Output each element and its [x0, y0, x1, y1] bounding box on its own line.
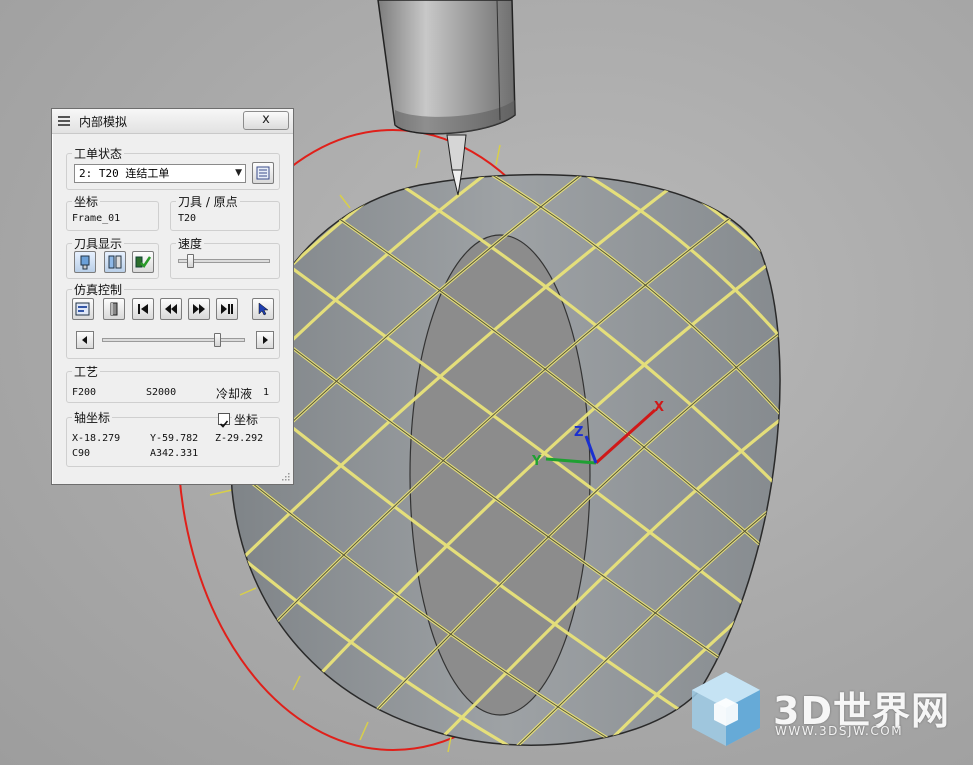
z-coord: Z-29.292 — [215, 433, 264, 444]
play-pause-icon — [221, 304, 233, 314]
progress-next-button[interactable] — [256, 331, 274, 349]
go-to-start-button[interactable] — [132, 298, 154, 320]
tool-holder-button[interactable] — [74, 251, 96, 273]
coordinate-value: Frame_01 — [72, 213, 121, 224]
spindle-value: S2000 — [146, 387, 177, 398]
progress-prev-button[interactable] — [76, 331, 94, 349]
triangle-left-icon — [82, 336, 87, 344]
c-coord: C90 — [72, 448, 91, 459]
coords-checkbox[interactable] — [218, 413, 230, 428]
coolant-label: 冷却液 — [214, 385, 255, 402]
watermark-url: WWW.3DSJW.COM — [775, 724, 904, 738]
tool-check-button[interactable] — [132, 251, 154, 273]
simulation-dialog: 内部模拟 x 工单状态 2: T20 连结工单 ▼ 坐标 Frame_01 刀具… — [51, 108, 294, 485]
sim-settings-button[interactable] — [72, 298, 94, 320]
work-order-list-button[interactable] — [252, 162, 274, 184]
dialog-title: 内部模拟 — [79, 115, 128, 129]
triad-y-label: Y — [531, 454, 542, 469]
dialog-titlebar[interactable]: 内部模拟 x — [52, 109, 293, 134]
coordinate-label: 坐标 — [72, 193, 101, 210]
step-forward-button[interactable] — [188, 298, 210, 320]
cursor-arrow-icon — [258, 302, 269, 316]
coolant-value: 1 — [263, 387, 270, 398]
y-coord: Y-59.782 — [150, 433, 199, 444]
work-order-selected: 2: T20 连结工单 — [79, 167, 170, 180]
checkmark-icon — [219, 420, 229, 428]
work-order-label: 工单状态 — [72, 145, 125, 162]
speed-label: 速度 — [176, 235, 205, 252]
chevron-down-icon: ▼ — [235, 168, 242, 178]
tool-origin-value: T20 — [178, 213, 197, 224]
axis-coords-label: 轴坐标 — [72, 409, 113, 426]
tool-origin-label: 刀具 / 原点 — [176, 193, 240, 210]
tool-compare-icon — [108, 255, 122, 269]
triangle-right-icon — [263, 336, 268, 344]
coords-checkbox-label[interactable]: 坐标 — [232, 411, 261, 428]
feed-value: F200 — [72, 387, 97, 398]
triad-z-label: Z — [574, 425, 583, 440]
sim-settings-icon — [75, 302, 90, 316]
x-coord: X-18.279 — [72, 433, 121, 444]
play-pause-button[interactable] — [216, 298, 238, 320]
triad-x-label: X — [654, 400, 664, 415]
progress-slider-thumb[interactable] — [213, 333, 221, 347]
resize-grip-icon[interactable] — [282, 473, 290, 481]
process-label: 工艺 — [72, 363, 101, 380]
tool-display-label: 刀具显示 — [72, 235, 125, 252]
list-settings-icon — [256, 166, 270, 180]
step-back-button[interactable] — [160, 298, 182, 320]
progress-slider-track[interactable] — [102, 338, 245, 342]
work-order-select[interactable]: 2: T20 连结工单 ▼ — [74, 164, 246, 183]
stock-icon — [110, 302, 118, 316]
skip-back-icon — [138, 304, 148, 314]
fast-forward-icon — [193, 304, 205, 314]
a-coord: A342.331 — [150, 448, 199, 459]
list-icon — [58, 116, 70, 126]
speed-slider-thumb[interactable] — [186, 254, 194, 268]
stock-button[interactable] — [103, 298, 125, 320]
close-button[interactable]: x — [243, 111, 289, 130]
tool-compare-button[interactable] — [104, 251, 126, 273]
rewind-icon — [165, 304, 177, 314]
tool-holder-icon — [80, 255, 90, 270]
sim-control-label: 仿真控制 — [72, 281, 125, 298]
select-pointer-button[interactable] — [252, 298, 274, 320]
checkmark-icon — [135, 256, 151, 268]
watermark-logo — [692, 672, 760, 746]
